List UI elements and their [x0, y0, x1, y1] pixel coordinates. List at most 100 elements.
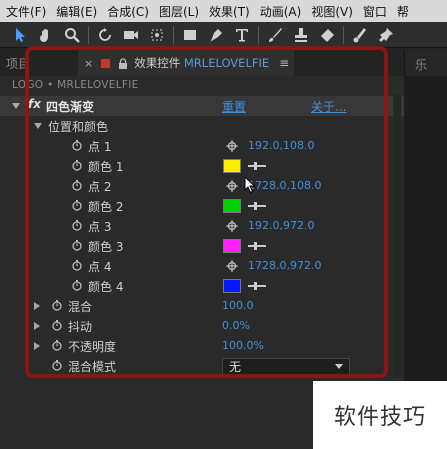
camera-tool-icon[interactable]	[121, 25, 141, 45]
color-swatch[interactable]	[223, 159, 241, 173]
param-row-color-1: 颜色 1	[0, 156, 404, 176]
stopwatch-icon[interactable]	[72, 220, 82, 231]
menu-layer[interactable]: 图层(L)	[159, 3, 199, 20]
expand-arrow-icon[interactable]	[12, 103, 20, 109]
stopwatch-icon[interactable]	[52, 320, 62, 331]
brush-tool-icon[interactable]	[265, 25, 285, 45]
menu-file[interactable]: 文件(F)	[6, 3, 46, 20]
chevron-down-icon[interactable]	[335, 364, 343, 369]
roto-brush-tool-icon[interactable]	[350, 25, 370, 45]
effect-header-row[interactable]: fx 四色渐变 重置 关于...	[0, 96, 404, 116]
param-value[interactable]: 192.0,972.0	[248, 219, 314, 232]
stopwatch-icon[interactable]	[52, 300, 62, 311]
param-value[interactable]: 1728.0,108.0	[248, 179, 321, 192]
menu-edit[interactable]: 编辑(E)	[56, 3, 97, 20]
eyedropper-icon[interactable]	[248, 201, 266, 211]
stopwatch-icon[interactable]	[72, 200, 82, 211]
param-row-blend: 混合 100.0	[0, 296, 404, 316]
stopwatch-icon[interactable]	[52, 360, 62, 371]
lock-icon[interactable]	[118, 57, 128, 69]
close-tab-icon[interactable]: ×	[84, 57, 93, 70]
puppet-tool-icon[interactable]	[376, 25, 396, 45]
stopwatch-icon[interactable]	[72, 180, 82, 191]
eraser-tool-icon[interactable]	[317, 25, 337, 45]
toolbar-divider	[173, 25, 174, 44]
param-row-color-3: 颜色 3	[0, 236, 404, 256]
mouse-cursor-icon	[244, 176, 256, 194]
menu-bar: 文件(F) 编辑(E) 合成(C) 图层(L) 效果(T) 动画(A) 视图(V…	[0, 0, 447, 22]
tools-toolbar	[0, 22, 447, 48]
param-row-jitter: 抖动 0.0%	[0, 316, 404, 336]
about-button[interactable]: 关于...	[311, 98, 346, 115]
param-row-point-2: 点 2 1728.0,108.0	[0, 176, 404, 196]
stopwatch-icon[interactable]	[72, 160, 82, 171]
param-label: 混合模式	[68, 360, 117, 374]
param-label: 颜色 4	[88, 280, 124, 294]
tab-project[interactable]: 项目	[0, 48, 75, 76]
menu-window[interactable]: 窗口	[363, 3, 387, 20]
zoom-tool-icon[interactable]	[62, 25, 82, 45]
menu-composition[interactable]: 合成(C)	[107, 3, 149, 20]
expand-arrow-icon[interactable]	[34, 322, 40, 330]
stopwatch-icon[interactable]	[72, 140, 82, 151]
group-row[interactable]: 位置和颜色	[0, 116, 404, 136]
param-label: 抖动	[68, 320, 93, 334]
selection-tool-icon[interactable]	[10, 25, 30, 45]
param-label: 混合	[68, 300, 93, 314]
stopwatch-icon[interactable]	[52, 340, 62, 351]
menu-help[interactable]: 帮	[397, 3, 409, 20]
param-row-opacity: 不透明度 100.0%	[0, 336, 404, 356]
rotate-tool-icon[interactable]	[95, 25, 115, 45]
clone-stamp-tool-icon[interactable]	[291, 25, 311, 45]
param-label: 点 1	[88, 140, 112, 154]
pen-tool-icon[interactable]	[206, 25, 226, 45]
expand-arrow-icon[interactable]	[34, 342, 40, 350]
tab-effect-controls-title: 效果控件 MRLELOVELFIE	[134, 55, 269, 71]
color-swatch[interactable]	[223, 279, 241, 293]
hand-tool-icon[interactable]	[36, 25, 56, 45]
tab-effect-controls[interactable]: × 效果控件 MRLELOVELFIE ≡	[78, 50, 294, 76]
param-label: 点 4	[88, 260, 112, 274]
param-value[interactable]: 1728.0,972.0	[248, 259, 321, 272]
panel-scrollbar[interactable]	[393, 94, 401, 376]
panel-menu-icon[interactable]: ≡	[279, 56, 289, 70]
menu-effect[interactable]: 效果(T)	[209, 3, 250, 20]
group-label: 位置和颜色	[48, 120, 109, 134]
tab-right-pane[interactable]: 乐	[404, 50, 447, 76]
stopwatch-icon[interactable]	[72, 260, 82, 271]
menu-view[interactable]: 视图(V)	[311, 3, 353, 20]
menu-animation[interactable]: 动画(A)	[260, 3, 302, 20]
crosshair-icon[interactable]	[226, 220, 238, 232]
param-row-color-4: 颜色 4	[0, 276, 404, 296]
color-swatch[interactable]	[223, 199, 241, 213]
param-label: 点 3	[88, 220, 112, 234]
eyedropper-icon[interactable]	[248, 281, 266, 291]
toolbar-divider	[88, 25, 89, 44]
rectangle-tool-icon[interactable]	[180, 25, 200, 45]
pan-behind-tool-icon[interactable]	[147, 25, 167, 45]
param-value[interactable]: 192.0,108.0	[248, 139, 314, 152]
param-row-color-2: 颜色 2	[0, 196, 404, 216]
param-row-point-4: 点 4 1728.0,972.0	[0, 256, 404, 276]
fx-toggle-icon[interactable]: fx	[28, 97, 41, 111]
param-value[interactable]: 100.0%	[222, 339, 264, 352]
param-value[interactable]: 0.0%	[222, 319, 250, 332]
eyedropper-icon[interactable]	[248, 161, 266, 171]
blend-mode-select[interactable]: 无	[222, 358, 350, 375]
text-tool-icon[interactable]	[232, 25, 252, 45]
param-value[interactable]: 100.0	[222, 299, 254, 312]
color-swatch[interactable]	[223, 239, 241, 253]
stopwatch-icon[interactable]	[72, 280, 82, 291]
reset-button[interactable]: 重置	[222, 98, 246, 115]
expand-arrow-icon[interactable]	[34, 123, 42, 129]
toolbar-divider	[258, 25, 259, 44]
eyedropper-icon[interactable]	[248, 241, 266, 251]
blend-mode-value: 无	[229, 360, 242, 374]
tab-title-prefix: 效果控件	[134, 56, 181, 70]
param-label: 颜色 2	[88, 200, 124, 214]
crosshair-icon[interactable]	[226, 260, 238, 272]
crosshair-icon[interactable]	[226, 140, 238, 152]
stopwatch-icon[interactable]	[72, 240, 82, 251]
expand-arrow-icon[interactable]	[34, 302, 40, 310]
crosshair-icon[interactable]	[226, 180, 238, 192]
